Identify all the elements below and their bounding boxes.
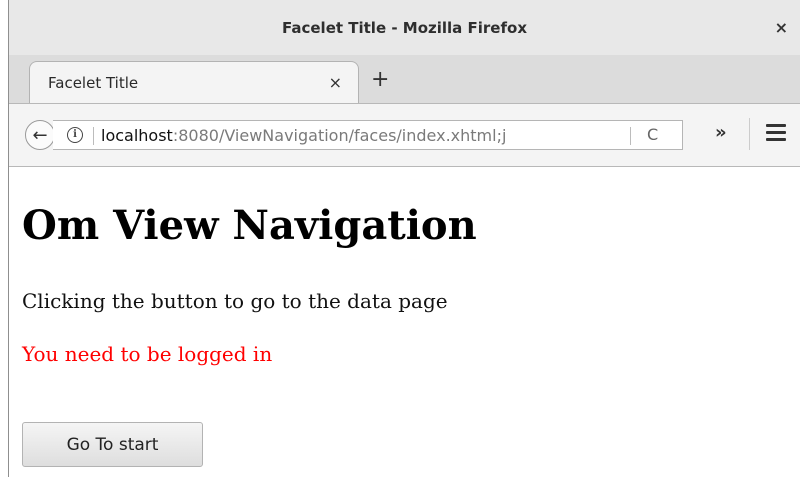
info-icon[interactable]: i [67,127,83,143]
window-title: Facelet Title - Mozilla Firefox [282,18,527,37]
new-tab-button[interactable]: + [371,69,389,91]
window-close-icon[interactable]: × [775,18,788,37]
url-host: localhost [101,126,173,145]
error-message: You need to be logged in [22,342,273,366]
url-path: :8080/ViewNavigation/faces/index.xhtml;j [172,126,507,145]
tab-strip: Facelet Title × + [9,55,800,104]
toolbar-divider [749,118,750,150]
page-title: Om View Navigation [22,202,477,249]
tab-facelet-title[interactable]: Facelet Title × [29,61,359,103]
url-divider [93,127,94,145]
page-description: Clicking the button to go to the data pa… [22,289,448,313]
chevron-double-right-icon[interactable]: » [715,122,727,143]
window-titlebar: Facelet Title - Mozilla Firefox × [9,0,800,55]
url-bar[interactable]: i localhost:8080/ViewNavigation/faces/in… [53,120,683,150]
url-divider-right [630,127,631,145]
navigation-toolbar: ← i localhost:8080/ViewNavigation/faces/… [9,104,800,167]
reload-icon[interactable]: C [647,125,658,144]
hamburger-menu-icon[interactable] [766,124,786,142]
tab-close-icon[interactable]: × [329,73,342,92]
back-arrow-icon[interactable]: ← [25,120,55,150]
go-to-start-button[interactable]: Go To start [22,422,203,467]
page-content: Om View Navigation Clicking the button t… [22,166,782,366]
tab-title: Facelet Title [48,74,139,92]
url-text[interactable]: localhost:8080/ViewNavigation/faces/inde… [101,126,506,145]
